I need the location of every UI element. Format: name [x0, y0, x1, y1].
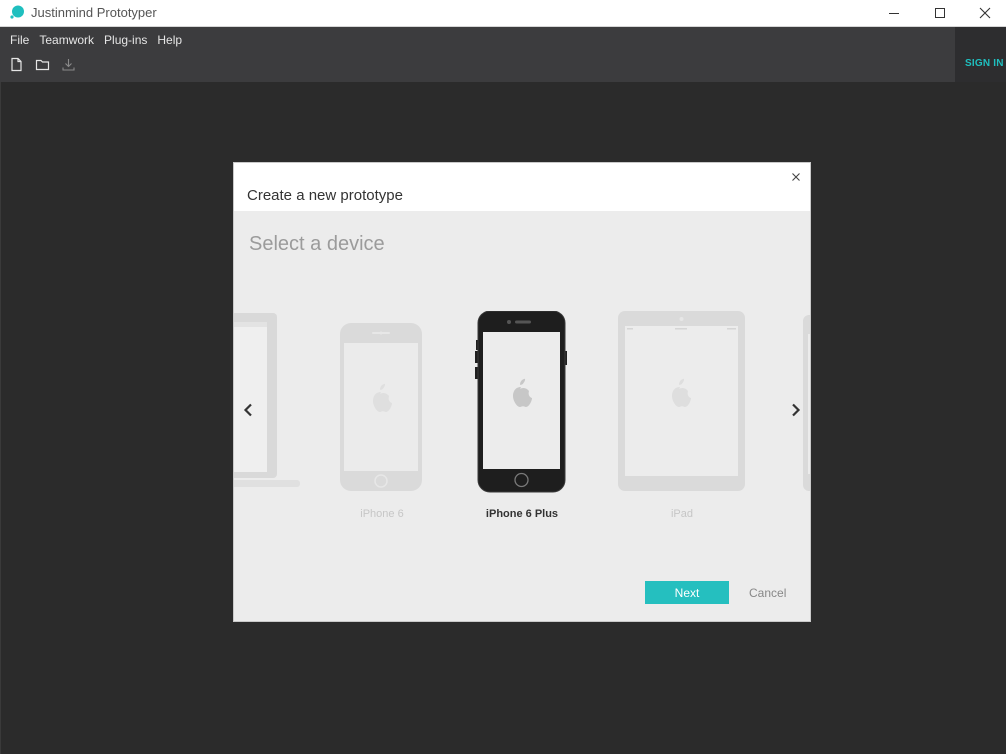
cancel-button[interactable]: Cancel	[749, 586, 786, 600]
sign-in-link[interactable]: SIGN IN	[965, 58, 1004, 69]
maximize-icon	[935, 8, 945, 18]
chevron-right-icon	[792, 403, 801, 417]
maximize-button[interactable]	[917, 0, 963, 26]
menu-file[interactable]: File	[10, 33, 29, 47]
new-file-icon[interactable]	[9, 57, 24, 72]
device-iphone-6-plus[interactable]	[475, 311, 569, 494]
toolbar	[9, 57, 76, 72]
menu-bar: File Teamwork Plug-ins Help	[0, 27, 1006, 82]
menu-help[interactable]: Help	[157, 33, 182, 47]
dialog-close-icon[interactable]	[790, 171, 802, 183]
new-prototype-dialog: Create a new prototype Select a device i…	[233, 162, 811, 622]
menu-items: File Teamwork Plug-ins Help	[10, 33, 182, 47]
menu-plugins[interactable]: Plug-ins	[104, 33, 147, 47]
window-title: Justinmind Prototyper	[31, 5, 157, 20]
dialog-title: Create a new prototype	[247, 187, 403, 204]
title-bar: Justinmind Prototyper	[0, 0, 1006, 27]
device-label-iphone-6-plus: iPhone 6 Plus	[485, 508, 559, 520]
signin-area	[955, 27, 1006, 82]
app-logo-icon	[10, 5, 24, 19]
carousel-next-button[interactable]	[785, 399, 807, 421]
menu-teamwork[interactable]: Teamwork	[39, 33, 94, 47]
dialog-header: Create a new prototype	[234, 163, 810, 211]
device-ipad[interactable]	[617, 310, 747, 494]
device-carousel: iPhone 6 iPhone 6 Plus iPad	[234, 298, 810, 528]
device-label-iphone-6: iPhone 6	[360, 508, 404, 520]
device-label-ipad: iPad	[670, 508, 694, 520]
device-iphone-6[interactable]	[339, 322, 425, 494]
carousel-prev-button[interactable]	[237, 399, 259, 421]
chevron-left-icon	[243, 403, 252, 417]
open-folder-icon[interactable]	[35, 57, 50, 72]
download-icon[interactable]	[61, 57, 76, 72]
minimize-icon	[889, 13, 899, 14]
minimize-button[interactable]	[871, 0, 917, 26]
close-window-button[interactable]	[962, 0, 1006, 26]
select-device-heading: Select a device	[249, 233, 385, 255]
next-button[interactable]: Next	[645, 581, 729, 604]
close-icon	[979, 7, 991, 19]
